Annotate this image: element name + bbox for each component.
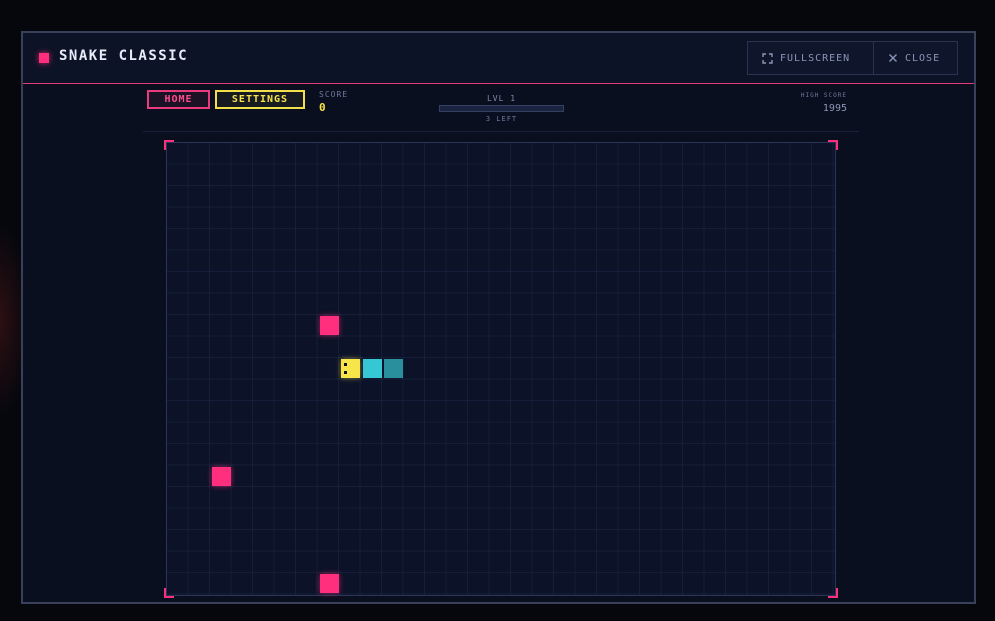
score-label: SCORE bbox=[319, 90, 349, 99]
settings-button[interactable]: SETTINGS bbox=[215, 90, 305, 109]
snake-tail-segment bbox=[384, 359, 403, 378]
close-button[interactable]: CLOSE bbox=[873, 42, 957, 74]
fullscreen-button[interactable]: FULLSCREEN bbox=[748, 42, 873, 74]
title-bar: SNAKE CLASSIC FULLSCREEN CLOSE bbox=[23, 33, 974, 84]
board-frame bbox=[164, 140, 838, 598]
game-window: SNAKE CLASSIC FULLSCREEN CLOSE HOME SETT… bbox=[21, 31, 976, 604]
level-progress-bar bbox=[439, 105, 564, 112]
level-label: LVL 1 bbox=[486, 94, 517, 103]
close-label: CLOSE bbox=[905, 52, 941, 64]
remaining-label: 3 LEFT bbox=[485, 115, 518, 123]
food-pellet bbox=[212, 466, 231, 486]
snake-body-segment bbox=[362, 359, 382, 378]
snake-eye bbox=[344, 371, 347, 374]
high-score-label: HIGH SCORE bbox=[800, 92, 847, 99]
game-hud: HOME SETTINGS SCORE 0 LVL 1 3 LEFT HIGH … bbox=[143, 84, 859, 132]
snake-head bbox=[341, 359, 360, 378]
food-pellet bbox=[319, 574, 339, 593]
window-title: SNAKE CLASSIC bbox=[59, 48, 189, 64]
high-score-value: 1995 bbox=[822, 103, 847, 114]
close-icon bbox=[888, 53, 898, 63]
fullscreen-label: FULLSCREEN bbox=[780, 52, 851, 64]
fullscreen-icon bbox=[762, 52, 773, 64]
score-value: 0 bbox=[319, 101, 326, 114]
title-indicator-icon bbox=[39, 53, 49, 63]
home-button[interactable]: HOME bbox=[147, 90, 210, 109]
game-board[interactable] bbox=[166, 142, 836, 596]
window-controls: FULLSCREEN CLOSE bbox=[747, 41, 958, 75]
food-pellet bbox=[319, 316, 339, 335]
snake-eye bbox=[344, 363, 347, 366]
